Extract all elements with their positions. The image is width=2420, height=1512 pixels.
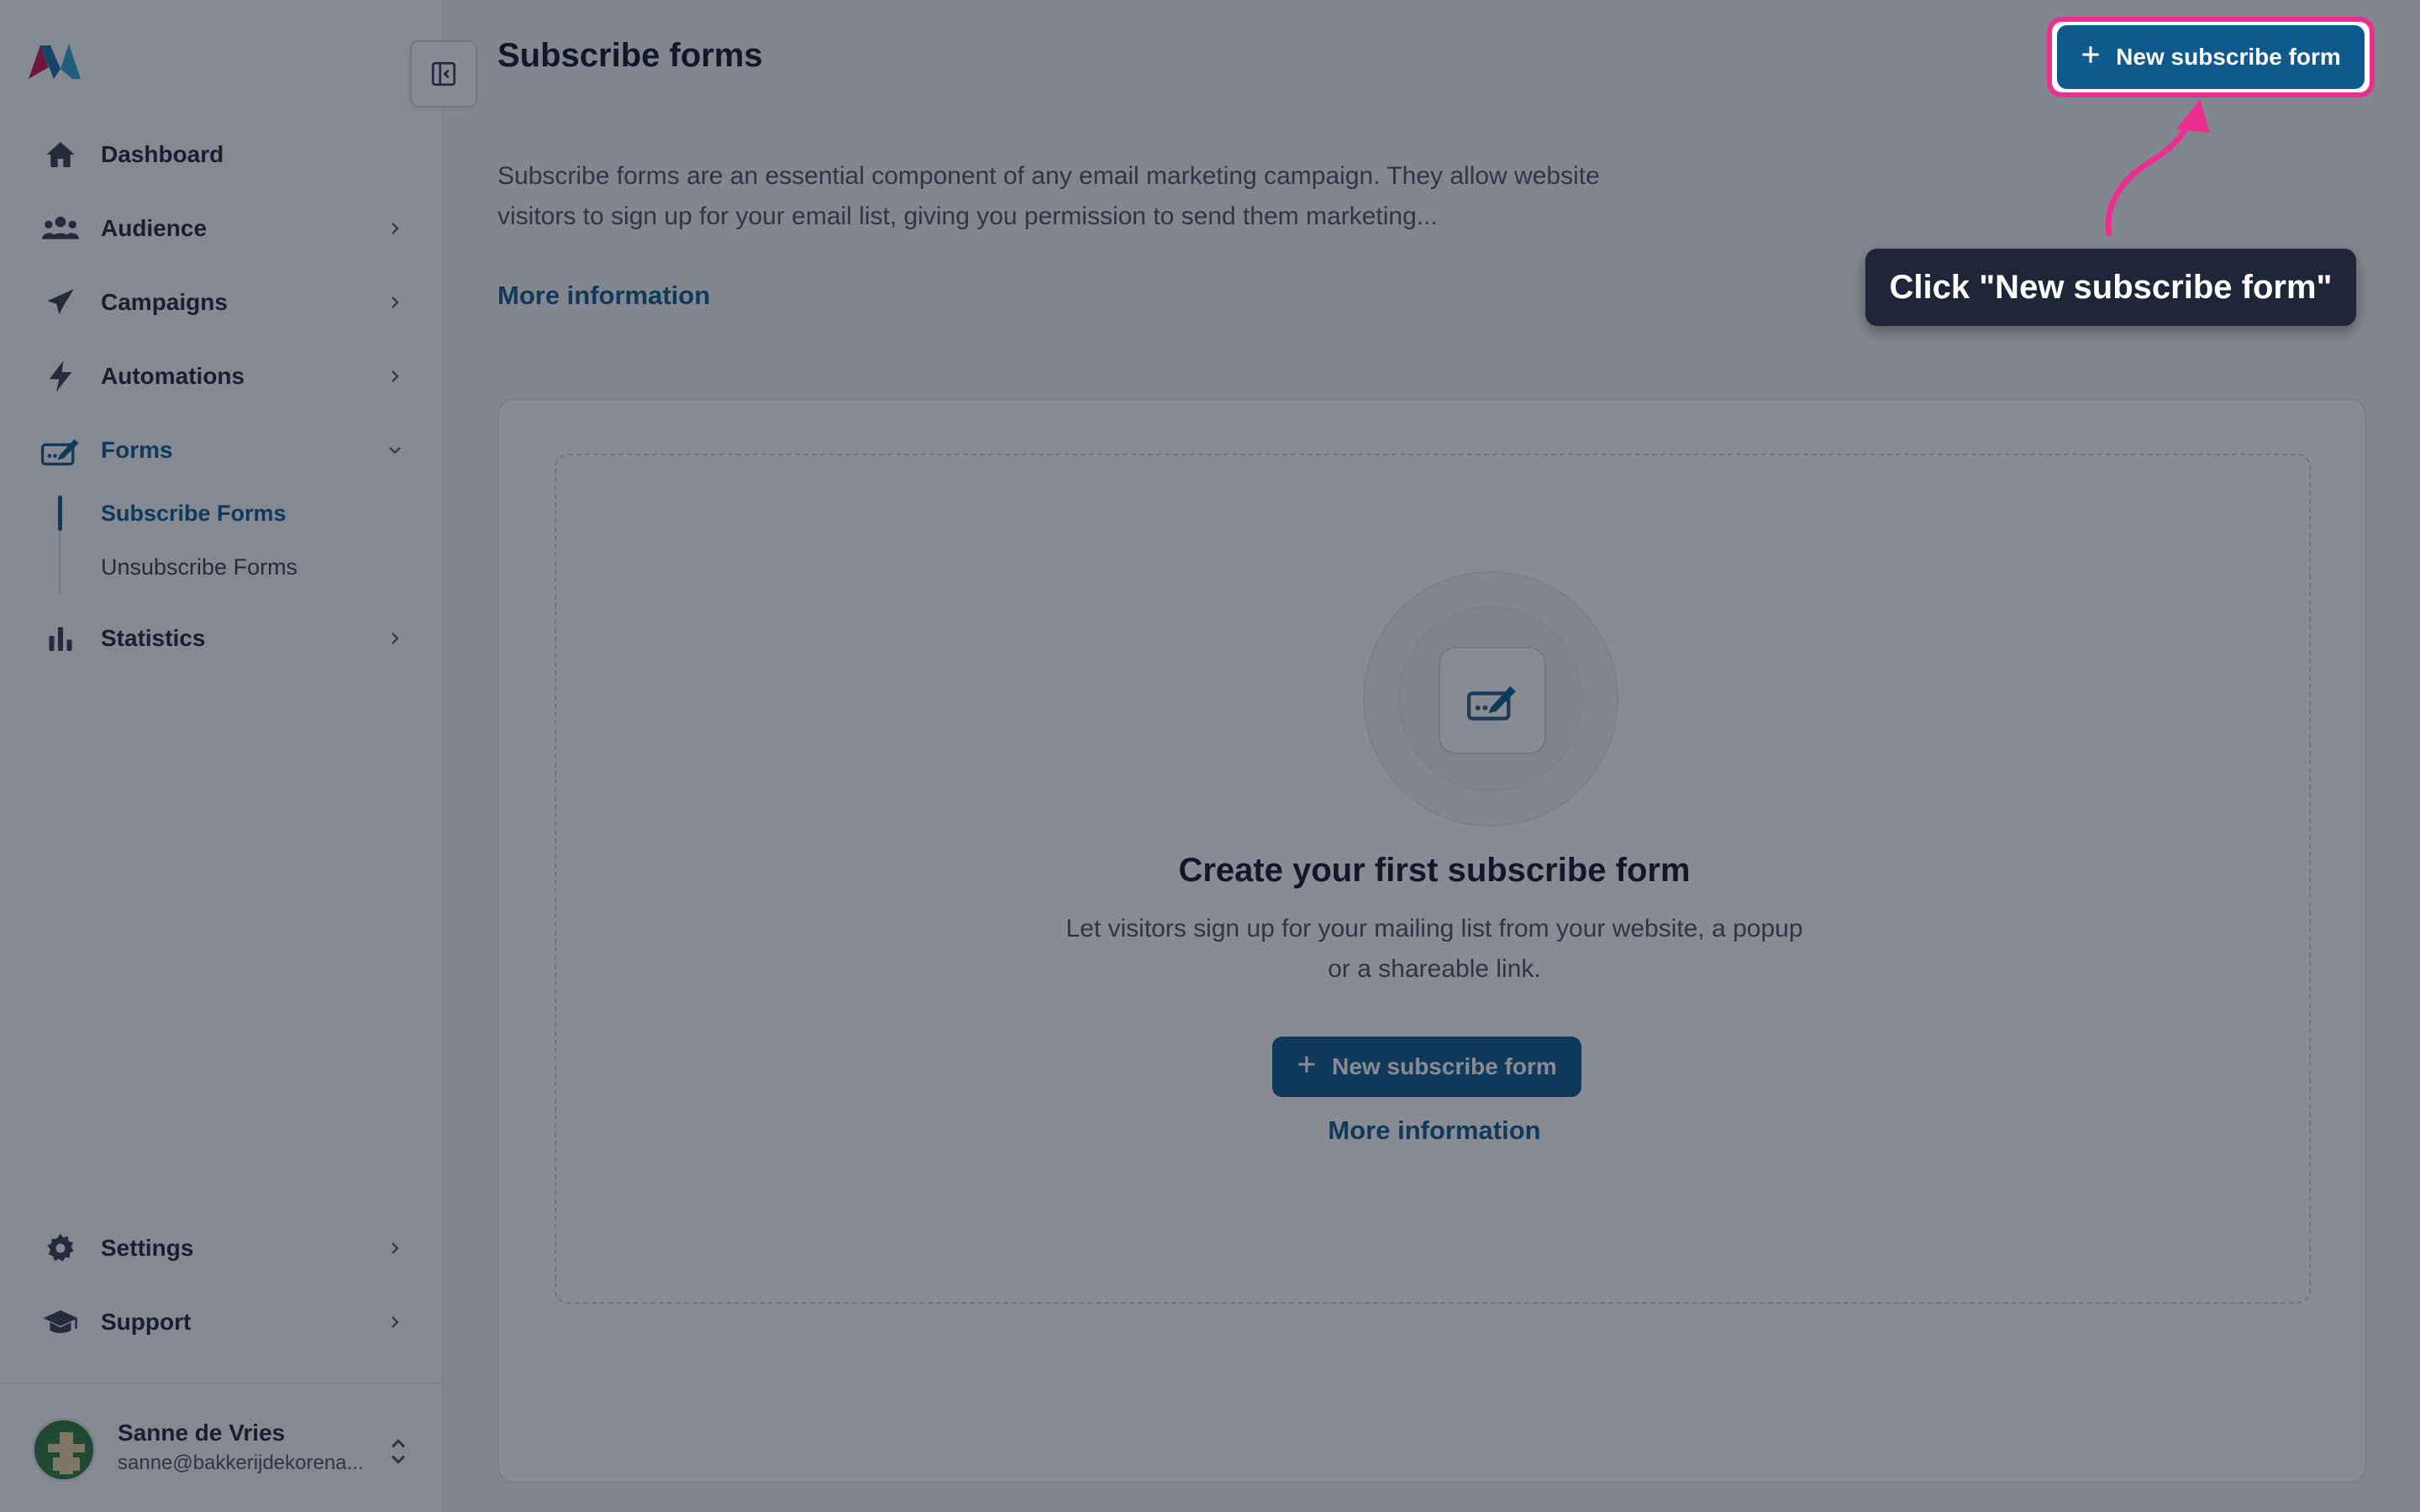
sidebar-item-label: Support (101, 1309, 192, 1335)
chevron-right-icon (383, 1310, 407, 1334)
more-information-link-secondary[interactable]: More information (556, 1116, 2312, 1146)
users-icon (40, 208, 81, 249)
sidebar-item-label: Campaigns (101, 289, 228, 315)
sidebar-item-statistics[interactable]: Statistics (0, 605, 444, 672)
sidebar-item-settings[interactable]: Settings (0, 1215, 444, 1282)
empty-state-icon-tile (1439, 647, 1546, 754)
user-email: sanne@bakkerijdekorena... (118, 1452, 364, 1474)
empty-state-illustration (1363, 571, 1618, 827)
subnav-item-unsubscribe-forms[interactable]: Unsubscribe Forms (101, 554, 297, 580)
more-information-link[interactable]: More information (497, 281, 710, 311)
chevron-down-icon (383, 438, 407, 462)
avatar (32, 1418, 96, 1482)
tour-callout: Click "New subscribe form" (1865, 249, 2356, 326)
graduation-cap-icon (40, 1302, 81, 1342)
subnav-active-indicator (58, 496, 62, 531)
sidebar-collapse-icon (431, 61, 456, 87)
button-label: New subscribe form (1332, 1053, 1557, 1079)
sidebar-item-label: Audience (101, 215, 208, 241)
app-logo[interactable] (25, 37, 84, 84)
intro-text: Subscribe forms are an essential compone… (497, 162, 1600, 230)
empty-state-dropzone: Create your first subscribe form Let vis… (555, 454, 2311, 1304)
bolt-icon (40, 356, 81, 396)
empty-state-card: Create your first subscribe form Let vis… (497, 398, 2366, 1483)
sidebar-item-automations[interactable]: Automations (0, 343, 444, 410)
plus-icon (1297, 1053, 1317, 1080)
sidebar-item-label: Forms (101, 437, 173, 463)
chevron-right-icon (383, 291, 407, 314)
sidebar-item-label: Automations (101, 363, 245, 389)
tour-callout-text: Click "New subscribe form" (1889, 268, 2333, 306)
chevron-right-icon (383, 217, 407, 240)
form-edit-icon (40, 430, 81, 470)
form-edit-icon (1467, 685, 1516, 721)
chevron-right-icon (383, 627, 407, 650)
sidebar-item-campaigns[interactable]: Campaigns (0, 269, 444, 336)
sidebar-item-support[interactable]: Support (0, 1289, 444, 1356)
sidebar-item-audience[interactable]: Audience (0, 195, 444, 262)
button-label: New subscribe form (2116, 44, 2341, 70)
sidebar-item-label: Dashboard (101, 141, 224, 167)
sidebar-collapse-button[interactable] (410, 40, 477, 108)
forms-subnav: Subscribe Forms Unsubscribe Forms (58, 486, 429, 595)
plus-icon (2081, 44, 2101, 71)
sidebar-item-forms[interactable]: Forms (0, 417, 444, 484)
user-menu[interactable]: Sanne de Vries sanne@bakkerijdekorena... (0, 1394, 444, 1499)
gear-icon (40, 1228, 81, 1268)
bar-chart-icon (40, 618, 81, 659)
sidebar-divider (0, 1383, 444, 1384)
chevron-right-icon (383, 1236, 407, 1260)
chevron-up-down-icon (391, 1439, 406, 1464)
subnav-item-subscribe-forms[interactable]: Subscribe Forms (101, 501, 287, 527)
new-subscribe-form-button[interactable]: New subscribe form (2057, 25, 2365, 89)
paper-plane-icon (40, 282, 81, 323)
sidebar-item-label: Settings (101, 1235, 194, 1261)
empty-state-title: Create your first subscribe form (1178, 852, 1691, 889)
new-subscribe-form-button-secondary[interactable]: New subscribe form (1272, 1037, 1581, 1097)
user-name: Sanne de Vries (118, 1420, 286, 1446)
sidebar-item-dashboard[interactable]: Dashboard (0, 121, 444, 188)
empty-state-description: Let visitors sign up for your mailing li… (1065, 915, 1803, 983)
chevron-right-icon (383, 365, 407, 388)
sidebar-item-label: Statistics (101, 625, 206, 651)
empty-state-ring (1398, 606, 1583, 791)
page-title: Subscribe forms (497, 37, 763, 74)
tour-arrow (2105, 99, 2210, 237)
home-icon (40, 134, 81, 175)
sidebar: Dashboard Audience Campaigns Automations… (0, 0, 444, 1512)
